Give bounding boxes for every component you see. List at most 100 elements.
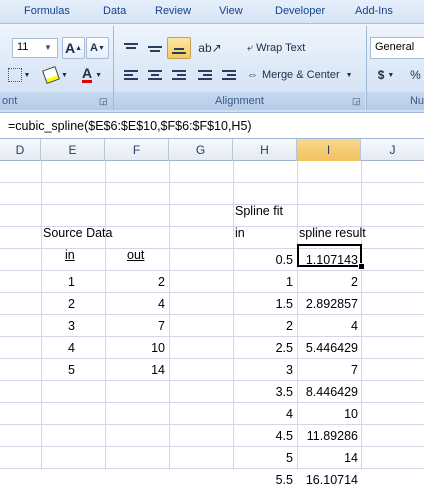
tab-view[interactable]: View — [219, 5, 243, 17]
wrap-text-icon: ⤶ — [247, 41, 254, 54]
grow-font-icon: A — [64, 40, 76, 56]
fill-color-button[interactable]: ▼ — [40, 64, 72, 86]
tab-formulas[interactable]: Formulas — [24, 5, 70, 17]
shrink-font-icon: A — [90, 42, 98, 54]
fit-result-cell[interactable]: 11.89286 — [297, 425, 358, 447]
decrease-indent-button[interactable] — [193, 64, 217, 86]
fit-in-cell[interactable]: 4.5 — [233, 425, 293, 447]
fill-handle[interactable] — [358, 263, 365, 270]
align-left-button[interactable] — [119, 64, 143, 86]
number-group-label: Nu — [367, 92, 424, 110]
align-bottom-icon — [172, 43, 186, 54]
chevron-down-icon: ▼ — [345, 71, 353, 79]
source-out-cell[interactable]: 4 — [105, 293, 165, 315]
align-middle-icon — [148, 43, 162, 53]
number-format-select[interactable]: General — [370, 37, 424, 59]
number-format-value: General — [375, 41, 415, 53]
alignment-dialog-launcher-icon[interactable]: ◲ — [352, 96, 361, 107]
wrap-text-button[interactable]: ⤶ Wrap Text — [246, 37, 323, 59]
align-bottom-button[interactable] — [167, 37, 191, 59]
fit-result-cell[interactable]: 5.446429 — [297, 337, 358, 359]
tab-developer[interactable]: Developer — [275, 5, 325, 17]
column-header-f[interactable]: F — [105, 139, 169, 161]
font-dialog-launcher-icon[interactable]: ◲ — [99, 96, 108, 107]
fit-in-cell[interactable]: 5 — [233, 447, 293, 469]
percent-style-button[interactable]: % — [405, 64, 424, 86]
source-out-cell[interactable]: 10 — [105, 337, 165, 359]
source-out-cell[interactable]: 14 — [105, 359, 165, 381]
formula-bar[interactable]: =cubic_spline($E$6:$E$10,$F$6:$F$10,H5) — [0, 112, 424, 139]
shrink-font-button[interactable]: A ▼ — [86, 37, 109, 59]
fit-result-cell[interactable]: 2.892857 — [297, 293, 358, 315]
column-header-e[interactable]: E — [41, 139, 105, 161]
cell-i4[interactable]: spline result — [299, 222, 366, 244]
orientation-icon: ab↗ — [198, 41, 222, 55]
fit-result-cell[interactable]: 16.10714 — [297, 469, 358, 491]
fit-in-cell[interactable]: 2 — [233, 315, 293, 337]
paint-bucket-icon — [42, 66, 61, 84]
cell-e4[interactable]: Source Data — [43, 222, 112, 244]
wrap-text-label: Wrap Text — [256, 42, 306, 54]
fit-result-cell[interactable]: 8.446429 — [297, 381, 358, 403]
fit-in-cell[interactable]: 5.5 — [233, 469, 293, 491]
fit-result-cell[interactable]: 2 — [297, 271, 358, 293]
row-gridline — [0, 204, 424, 205]
column-header-d[interactable]: D — [0, 139, 41, 161]
ribbon-tab-bar: Formulas Data Review View Developer Add-… — [0, 0, 424, 24]
row-gridline — [0, 380, 424, 381]
fit-in-cell[interactable]: 1 — [233, 271, 293, 293]
column-header-j[interactable]: J — [361, 139, 424, 161]
source-in-cell[interactable]: 2 — [68, 293, 75, 315]
fit-result-cell[interactable]: 4 — [297, 315, 358, 337]
borders-icon — [7, 68, 22, 82]
orientation-button[interactable]: ab↗ — [194, 37, 226, 59]
column-header-g[interactable]: G — [169, 139, 233, 161]
source-out-cell[interactable]: 2 — [105, 271, 165, 293]
fit-result-cell[interactable]: 14 — [297, 447, 358, 469]
row-gridline — [0, 468, 424, 469]
formula-text[interactable]: =cubic_spline($E$6:$E$10,$F$6:$F$10,H5) — [8, 119, 252, 133]
row-gridline — [0, 292, 424, 293]
currency-icon: $ — [377, 68, 385, 82]
fit-in-cell[interactable]: 0.5 — [233, 249, 293, 271]
row-gridline — [0, 424, 424, 425]
column-header-i[interactable]: I — [297, 139, 361, 161]
source-in-cell[interactable]: 5 — [68, 359, 75, 381]
source-in-cell[interactable]: 4 — [68, 337, 75, 359]
column-header-h[interactable]: H — [233, 139, 297, 161]
cell-f5[interactable]: out — [127, 244, 144, 266]
align-center-button[interactable] — [143, 64, 167, 86]
fit-in-cell[interactable]: 4 — [233, 403, 293, 425]
align-right-button[interactable] — [167, 64, 191, 86]
cell-e5[interactable]: in — [65, 244, 75, 266]
source-in-cell[interactable]: 3 — [68, 315, 75, 337]
merge-center-button[interactable]: ⇔ Merge & Center ▼ — [246, 64, 363, 86]
fit-result-cell[interactable]: 10 — [297, 403, 358, 425]
tab-review[interactable]: Review — [155, 5, 191, 17]
font-color-button[interactable]: A ▼ — [76, 64, 108, 86]
align-center-icon — [148, 70, 162, 80]
source-out-cell[interactable]: 7 — [105, 315, 165, 337]
cell-h3[interactable]: Spline fit — [235, 200, 283, 222]
increase-indent-button[interactable] — [217, 64, 241, 86]
tab-data[interactable]: Data — [103, 5, 126, 17]
row-gridline — [0, 336, 424, 337]
tab-add-ins[interactable]: Add-Ins — [355, 5, 393, 17]
align-middle-button[interactable] — [143, 37, 167, 59]
currency-format-button[interactable]: $ ▼ — [371, 64, 401, 86]
fit-in-cell[interactable]: 3 — [233, 359, 293, 381]
grow-font-button[interactable]: A ▲ — [62, 37, 85, 59]
row-gridline — [0, 446, 424, 447]
borders-button[interactable]: ▼ — [4, 64, 34, 86]
align-top-button[interactable] — [119, 37, 143, 59]
fit-in-cell[interactable]: 2.5 — [233, 337, 293, 359]
column-header-row: D E F G H I J — [0, 139, 424, 161]
active-cell-outline — [297, 244, 362, 267]
fit-result-cell[interactable]: 7 — [297, 359, 358, 381]
fit-in-cell[interactable]: 3.5 — [233, 381, 293, 403]
fit-in-cell[interactable]: 1.5 — [233, 293, 293, 315]
cell-h4[interactable]: in — [235, 222, 245, 244]
worksheet-grid[interactable]: Spline fit Source Data in spline result … — [0, 161, 424, 487]
ribbon-panel: 11 ▼ A ▲ A ▼ ▼ ▼ A ▼ ont ◲ ab↗ ⤶ Wrap Te… — [0, 24, 424, 112]
source-in-cell[interactable]: 1 — [68, 271, 75, 293]
